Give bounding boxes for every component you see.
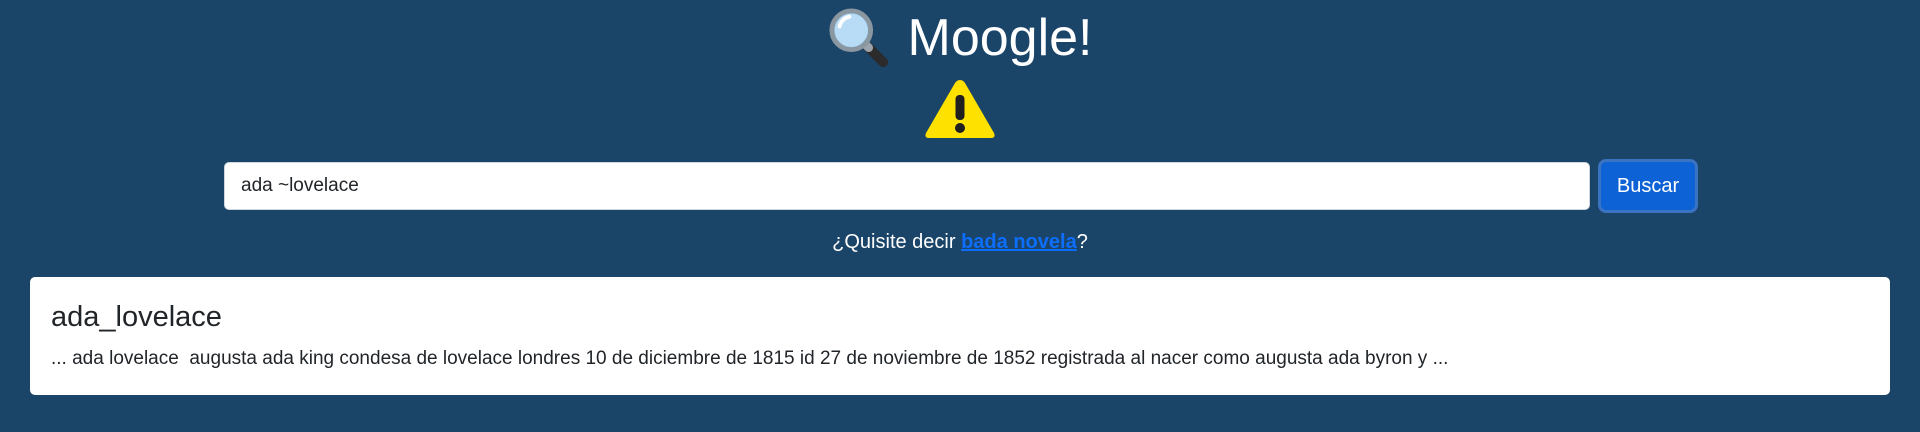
warning-icon <box>925 80 995 138</box>
suggestion: ¿Quisite decir bada novela? <box>0 229 1920 255</box>
result-snippet: ... ada lovelace augusta ada king condes… <box>51 348 1449 369</box>
suggestion-prefix: ¿Quisite decir <box>832 231 962 253</box>
page: Moogle! Buscar ¿Quisite decir bada novel… <box>0 0 1920 432</box>
result-title[interactable]: ada_lovelace <box>51 299 1869 335</box>
search-row: Buscar <box>224 157 1698 215</box>
app-title: Moogle! <box>907 9 1093 67</box>
header: Moogle! <box>0 4 1920 72</box>
magnifying-glass-icon <box>828 8 888 68</box>
search-input[interactable] <box>224 162 1591 210</box>
title-wrap: Moogle! <box>828 7 1093 69</box>
results-list: ada_lovelace ... ada lovelace augusta ad… <box>30 277 1890 395</box>
result-card: ada_lovelace ... ada lovelace augusta ad… <box>30 277 1890 395</box>
warning-wrap <box>0 76 1920 142</box>
suggestion-link[interactable]: bada novela <box>961 231 1077 253</box>
search-button[interactable]: Buscar <box>1598 159 1698 213</box>
suggestion-suffix: ? <box>1076 231 1088 253</box>
